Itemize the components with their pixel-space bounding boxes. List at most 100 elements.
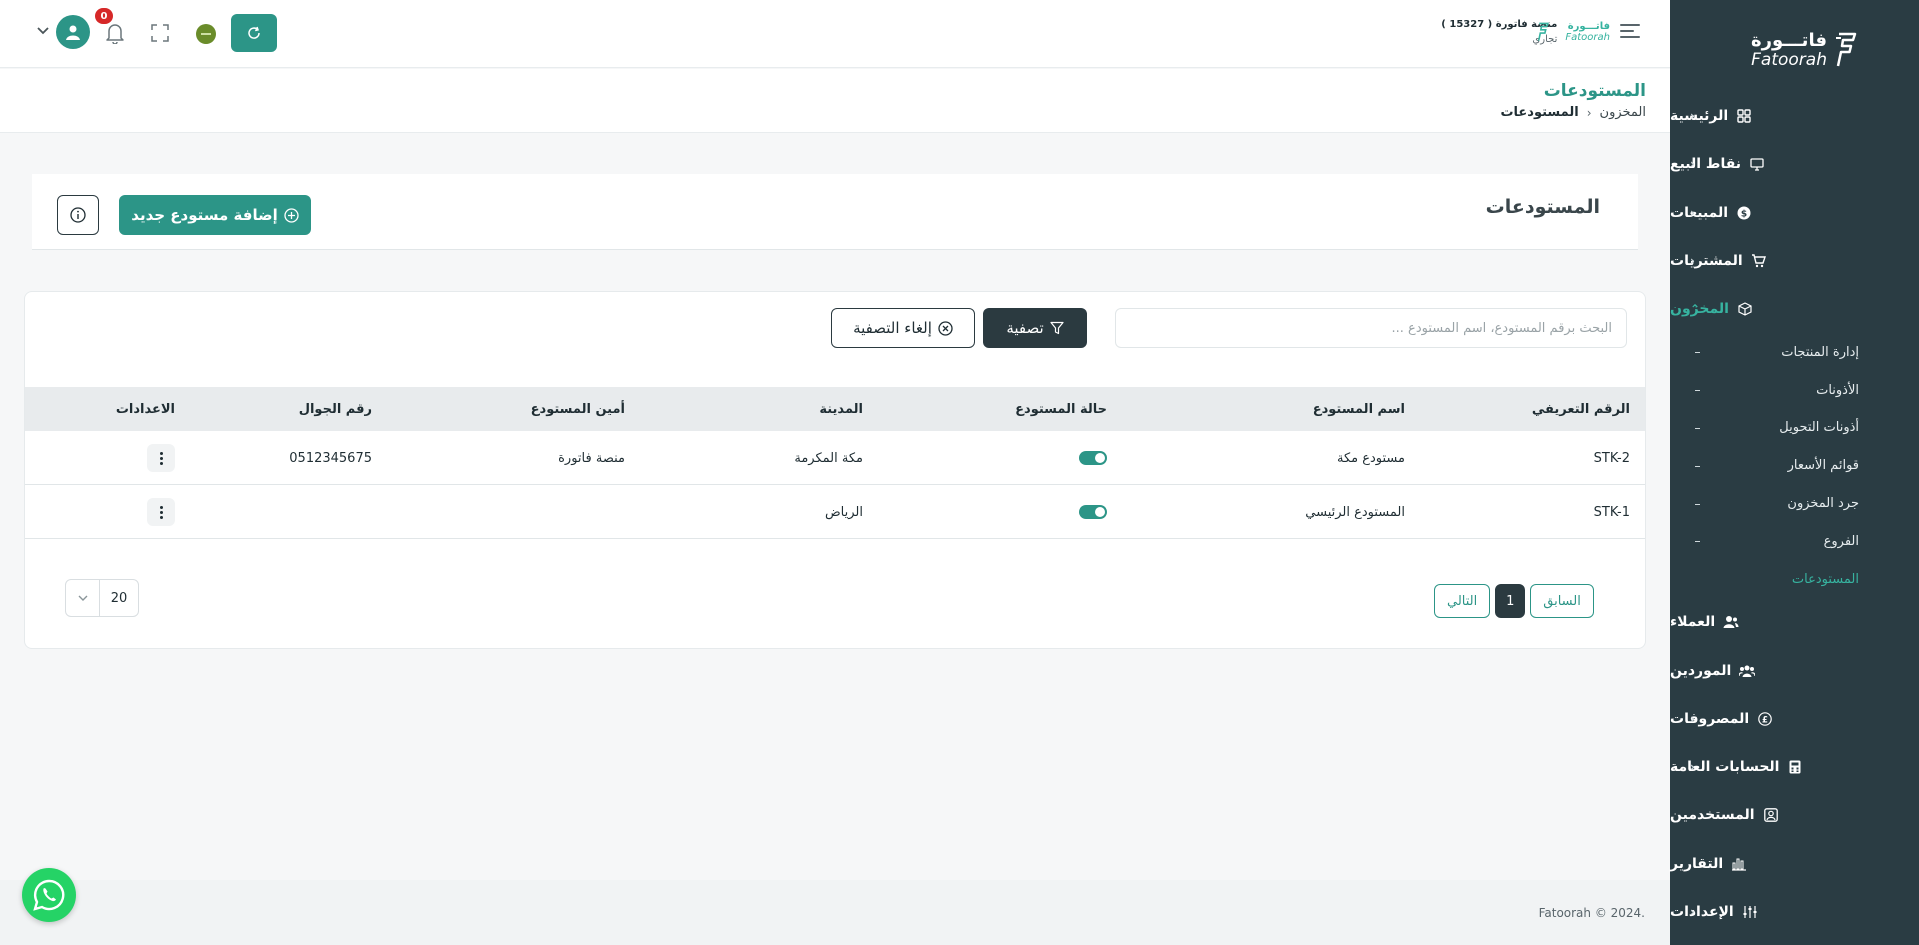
sidebar-item-label: الإعدادات	[1670, 903, 1734, 920]
business-info: منصة فاتورة ( 15327 ) تجاري فاتـــورة Fa…	[1440, 14, 1610, 50]
sidebar-item-home[interactable]: الرئيسية ‹	[1670, 92, 1919, 140]
footer: Fatoorah © 2024.	[0, 880, 1670, 945]
brand-logo-en: Fatoorah	[1565, 31, 1610, 43]
submenu-item-stocktake[interactable]: جرد المخزون	[1670, 485, 1919, 523]
sidebar-item-label: نقاط البيع	[1670, 156, 1742, 173]
calculator-icon	[1787, 759, 1803, 775]
menu-toggle-icon[interactable]	[1620, 24, 1640, 38]
chevron-left-icon: ‹	[1690, 711, 1695, 726]
language-flag-icon[interactable]	[196, 24, 216, 44]
card-title: المستودعات	[1485, 196, 1600, 218]
logo-text-ar: فاتـــورة	[1750, 29, 1827, 51]
chart-icon	[1731, 856, 1747, 872]
sidebar-item-inventory[interactable]: المخزون ⌃	[1670, 285, 1919, 333]
sidebar-item-sales[interactable]: $ المبيعات ‹	[1670, 189, 1919, 237]
sidebar-logo[interactable]: فاتـــورة Fatoorah	[1729, 28, 1859, 72]
column-header-id[interactable]: الرقم التعريفي	[1532, 387, 1630, 431]
inventory-submenu: إدارة المنتجات الأذونات أذونات التحويل ق…	[1670, 333, 1919, 598]
filter-icon	[1050, 321, 1064, 335]
add-warehouse-button[interactable]: إضافة مستودع جديد	[119, 195, 311, 235]
fullscreen-icon[interactable]	[151, 24, 169, 42]
submenu-item-price-lists[interactable]: قوائم الأسعار	[1670, 447, 1919, 485]
svg-text:$: $	[1741, 209, 1747, 219]
row-actions-kebab-icon[interactable]	[147, 444, 175, 472]
cell-settings	[147, 431, 175, 485]
column-header-keeper[interactable]: أمين المستودع	[531, 387, 625, 431]
users-icon	[1723, 614, 1739, 630]
sidebar-item-label: المبيعات	[1670, 204, 1729, 221]
close-circle-icon	[938, 320, 953, 336]
bell-icon[interactable]	[105, 22, 125, 44]
status-toggle[interactable]	[1079, 505, 1107, 519]
clear-filter-button[interactable]: إلغاء التصفية	[831, 308, 975, 348]
refresh-icon	[248, 26, 260, 39]
chevron-left-icon: ‹	[1690, 205, 1695, 220]
cell-name: مستودع مكة	[1337, 450, 1405, 466]
info-button[interactable]	[57, 195, 99, 235]
cell-phone: 0512345675	[289, 450, 372, 466]
chevron-left-icon: ‹	[1586, 105, 1592, 120]
chevron-left-icon: ‹	[1690, 760, 1695, 775]
sidebar-item-label: المصروفات	[1670, 710, 1750, 727]
sidebar-item-suppliers[interactable]: الموردين	[1670, 646, 1919, 694]
topbar: منصة فاتورة ( 15327 ) تجاري فاتـــورة Fa…	[0, 0, 1670, 68]
sliders-icon	[1742, 904, 1758, 920]
submenu-item-permits[interactable]: الأذونات	[1670, 371, 1919, 409]
breadcrumb: المخزون ‹ المستودعات	[1500, 105, 1646, 120]
page-size-select[interactable]: 20	[65, 579, 139, 617]
sidebar-item-settings[interactable]: الإعدادات ‹	[1670, 888, 1919, 936]
search-input[interactable]	[1115, 308, 1627, 348]
business-id: ( 15327 )	[1441, 19, 1493, 30]
current-page-button[interactable]: 1	[1495, 584, 1526, 618]
submenu-item-products[interactable]: إدارة المنتجات	[1670, 333, 1919, 371]
submenu-item-branches[interactable]: الفروع	[1670, 522, 1919, 560]
submenu-item-transfers[interactable]: أذونات التحويل	[1670, 409, 1919, 447]
table-header: الرقم التعريفي اسم المستودع حالة المستود…	[25, 387, 1645, 431]
next-page-button[interactable]: التالي	[1434, 584, 1491, 618]
warehouses-card-header: المستودعات إضافة مستودع جديد	[32, 174, 1638, 250]
info-icon	[70, 207, 86, 223]
column-header-settings: الاعدادات	[115, 401, 175, 417]
breadcrumb-item-inventory[interactable]: المخزون	[1600, 105, 1646, 120]
plus-circle-icon	[284, 207, 299, 223]
monitor-icon	[1749, 156, 1765, 172]
chevron-left-icon: ‹	[1690, 157, 1695, 172]
filter-button[interactable]: تصفية	[983, 308, 1087, 348]
cart-icon	[1751, 253, 1767, 269]
sidebar-item-users[interactable]: المستخدمين	[1670, 791, 1919, 839]
sidebar-item-label: الرئيسية	[1670, 108, 1729, 125]
column-header-status[interactable]: حالة المستودع	[1015, 387, 1107, 431]
status-toggle[interactable]	[1079, 451, 1107, 465]
cell-id: STK-1	[1593, 504, 1630, 520]
whatsapp-button[interactable]	[22, 868, 76, 922]
sidebar-item-reports[interactable]: التقارير	[1670, 840, 1919, 888]
chevron-left-icon: ‹	[1690, 904, 1695, 919]
fatoorah-mini-logo-icon	[1537, 22, 1549, 41]
avatar[interactable]	[56, 15, 90, 49]
cell-name: المستودع الرئيسي	[1305, 504, 1405, 520]
sidebar-item-customers[interactable]: العملاء	[1670, 598, 1919, 646]
chevron-down-icon[interactable]	[36, 26, 50, 36]
table-row: STK-1 المستودع الرئيسي الرياض	[25, 485, 1645, 539]
pagination: التالي 1 السابق	[1434, 584, 1594, 618]
row-actions-kebab-icon[interactable]	[147, 498, 175, 526]
sidebar-item-purchases[interactable]: المشتريات ‹	[1670, 237, 1919, 285]
column-header-city[interactable]: المدينة	[819, 387, 863, 431]
cell-status	[1079, 431, 1107, 485]
refresh-button[interactable]	[231, 14, 277, 52]
page-size-value: 20	[110, 590, 128, 606]
breadcrumb-item-warehouses: المستودعات	[1500, 105, 1579, 120]
column-header-phone[interactable]: رقم الجوال	[299, 387, 372, 431]
svg-text:£: £	[1762, 715, 1768, 725]
sidebar-item-expenses[interactable]: £ المصروفات ‹	[1670, 695, 1919, 743]
sidebar-item-pos[interactable]: نقاط البيع ‹	[1670, 140, 1919, 188]
filter-button-label: تصفية	[1006, 319, 1044, 337]
submenu-item-warehouses[interactable]: المستودعات	[1670, 560, 1919, 598]
sidebar-item-label: العملاء	[1670, 614, 1716, 631]
dollar-icon: $	[1736, 205, 1752, 221]
warehouses-table-card: تصفية إلغاء التصفية الرقم التعريفي اسم ا…	[24, 291, 1646, 649]
sidebar-item-accounts[interactable]: الحسابات العامة ‹	[1670, 743, 1919, 791]
sidebar-item-label: التقارير	[1670, 855, 1724, 872]
previous-page-button[interactable]: السابق	[1530, 584, 1594, 618]
column-header-name[interactable]: اسم المستودع	[1313, 387, 1405, 431]
